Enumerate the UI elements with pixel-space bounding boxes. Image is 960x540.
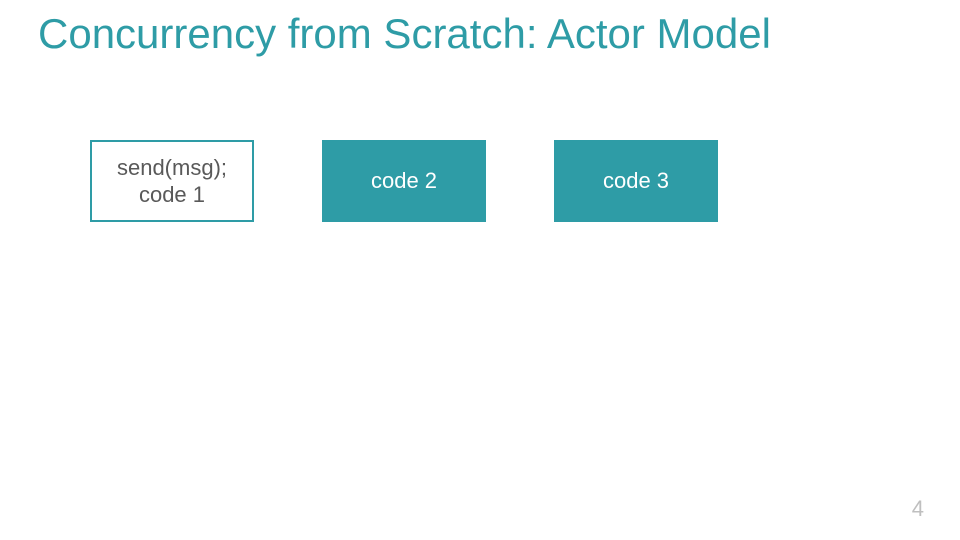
box-row: send(msg); code 1 code 2 code 3 (90, 140, 870, 222)
actor-box-1-line1: send(msg); (117, 155, 227, 180)
actor-box-1-text: send(msg); code 1 (117, 154, 227, 209)
page-number: 4 (912, 496, 924, 522)
actor-box-2-text: code 2 (371, 167, 437, 195)
actor-box-1-line2: code 1 (139, 182, 205, 207)
actor-box-3-text: code 3 (603, 167, 669, 195)
actor-box-2: code 2 (322, 140, 486, 222)
actor-box-3: code 3 (554, 140, 718, 222)
actor-box-1: send(msg); code 1 (90, 140, 254, 222)
slide-title: Concurrency from Scratch: Actor Model (38, 10, 771, 58)
